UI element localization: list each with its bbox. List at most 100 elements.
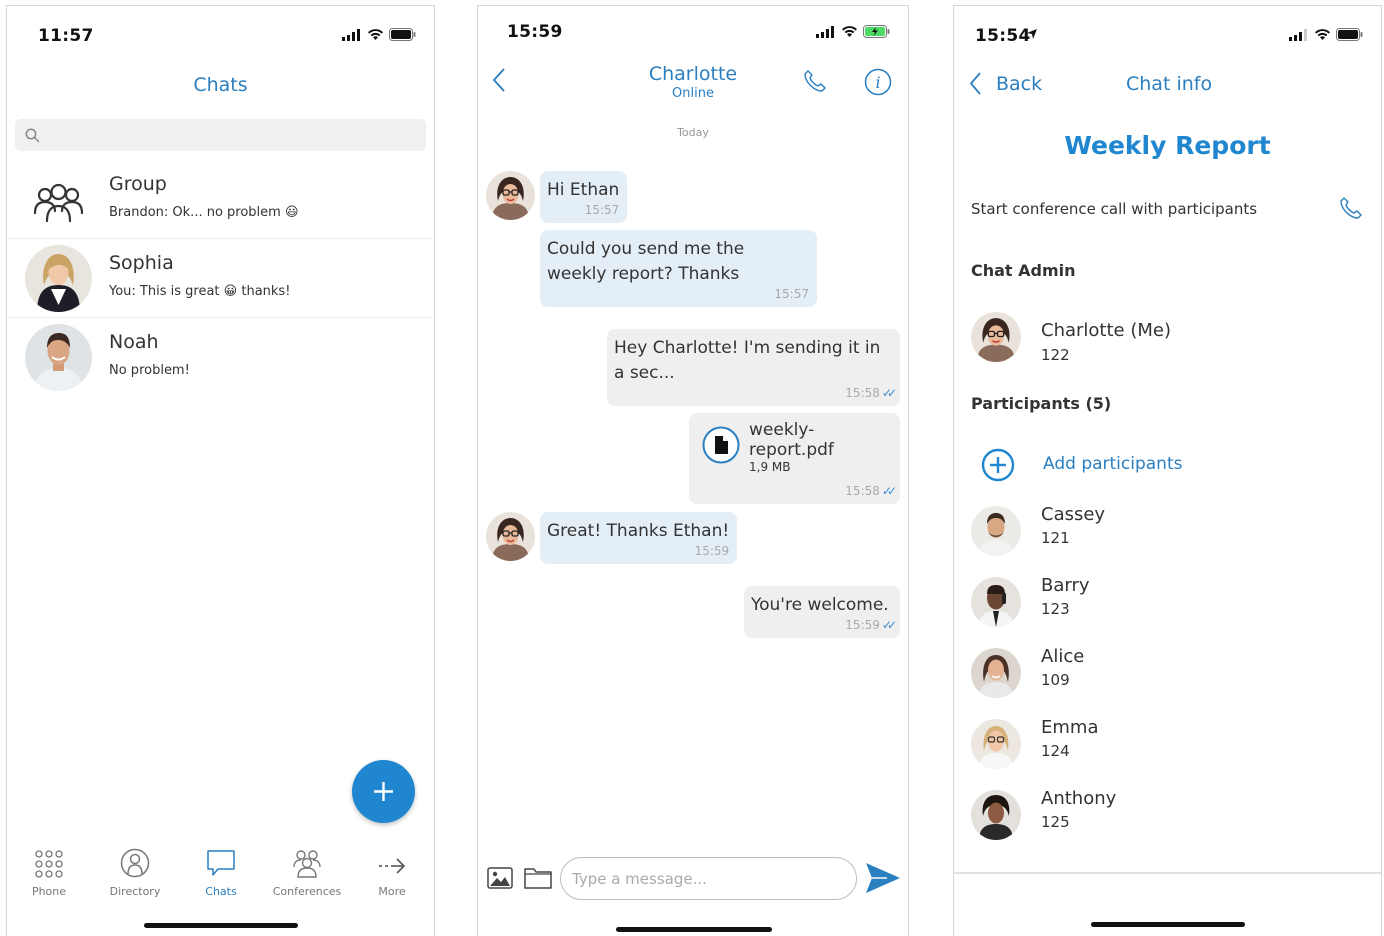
page-title: Chats: [193, 74, 248, 96]
member-name: Emma: [1041, 717, 1099, 738]
chat-row-noah[interactable]: Noah No problem!: [7, 318, 434, 397]
message-bubble-incoming[interactable]: Hi Ethan 15:57: [540, 171, 628, 223]
folder-icon[interactable]: [524, 865, 552, 889]
chat-info-screen: 15:54 Back Chat info Weekly Report Start…: [953, 5, 1382, 936]
chat-last-message: No problem!: [109, 363, 190, 378]
charlotte-photo-icon: [486, 171, 535, 220]
cassey-photo-icon: [971, 506, 1021, 556]
file-size: 1,9 MB: [749, 460, 791, 474]
dialpad-icon: [7, 844, 91, 878]
group-icon: [265, 844, 349, 878]
message-text: Hey Charlotte! I'm sending it in a sec..…: [614, 338, 881, 383]
add-circle-icon[interactable]: [981, 448, 1015, 482]
file-document-icon: [702, 426, 740, 464]
message-bubble-outgoing[interactable]: You're welcome. 15:59 ✓✓: [744, 586, 900, 638]
home-indicator[interactable]: [1091, 922, 1245, 927]
status-icons: [342, 28, 416, 41]
member-name: Barry: [1041, 575, 1090, 596]
chat-last-message: You: This is great 😀 thanks!: [109, 284, 290, 299]
message-bubble-incoming[interactable]: Could you send me the weekly report? Tha…: [540, 230, 817, 307]
chat-row-group[interactable]: Group Brandon: Ok... no problem 😃: [7, 160, 434, 239]
signal-icon: [1289, 28, 1307, 41]
tab-label: Conferences: [272, 885, 342, 898]
search-input[interactable]: [15, 119, 426, 151]
tab-more[interactable]: More: [350, 844, 434, 898]
message-time: 15:57: [774, 287, 809, 301]
member-row[interactable]: Alice 109: [954, 646, 1381, 708]
tab-conferences[interactable]: Conferences: [265, 844, 349, 898]
chat-last-message: Brandon: Ok... no problem 😃: [109, 205, 299, 220]
member-row[interactable]: Cassey 121: [954, 504, 1381, 566]
avatar: [971, 790, 1021, 840]
message-bubble-outgoing[interactable]: Hey Charlotte! I'm sending it in a sec..…: [607, 329, 900, 406]
phone-call-icon[interactable]: [803, 69, 827, 93]
message-text: Hi Ethan: [547, 180, 620, 200]
battery-charging-icon: [863, 25, 890, 38]
phone-call-icon[interactable]: [1339, 196, 1363, 220]
new-chat-button[interactable]: [352, 760, 415, 823]
status-icons: [816, 25, 890, 38]
conference-call-label[interactable]: Start conference call with participants: [971, 200, 1257, 218]
message-text: Great! Thanks Ethan!: [547, 521, 730, 541]
avatar: [25, 245, 92, 312]
person-circle-icon: [93, 844, 177, 878]
arrow-more-icon: [350, 844, 434, 878]
signal-icon: [816, 25, 834, 38]
last-message-text: Brandon: Ok... no problem: [109, 205, 281, 220]
message-time: 15:58: [845, 386, 880, 400]
tab-directory[interactable]: Directory: [93, 844, 177, 898]
wifi-icon: [368, 29, 383, 40]
emoji: 😃: [284, 205, 299, 220]
chats-screen: 11:57 Chats Group Brandon: Ok... no prob…: [6, 5, 435, 936]
image-attach-icon[interactable]: [487, 867, 513, 889]
sophia-photo-icon: [25, 245, 92, 312]
member-row[interactable]: Emma 124: [954, 717, 1381, 779]
message-status: 15:59 ✓✓: [751, 618, 897, 632]
read-ticks-icon: ✓✓: [881, 618, 897, 632]
message-text: You're welcome.: [751, 595, 889, 615]
wifi-icon: [842, 26, 857, 37]
back-chevron-icon[interactable]: [969, 71, 982, 96]
member-row[interactable]: Barry 123: [954, 575, 1381, 637]
member-row[interactable]: Anthony 125: [954, 788, 1381, 850]
chat-name: Group: [109, 173, 167, 195]
status-time: 11:57: [38, 26, 94, 46]
home-indicator[interactable]: [616, 927, 772, 932]
member-ext: 121: [1041, 529, 1070, 547]
tab-label: More: [378, 885, 406, 898]
contact-status: Online: [672, 86, 714, 101]
emoji: 😀: [223, 284, 238, 299]
location-arrow-icon: [1027, 29, 1037, 39]
member-row-admin[interactable]: Charlotte (Me) 122: [954, 312, 1381, 372]
message-input[interactable]: [560, 857, 857, 900]
member-name: Charlotte (Me): [1041, 320, 1171, 341]
message-time: 15:57: [584, 203, 620, 217]
battery-icon: [389, 28, 416, 41]
add-participants-button[interactable]: Add participants: [1043, 454, 1182, 474]
group-icon: [33, 183, 84, 223]
file-message-bubble[interactable]: weekly-report.pdf 1,9 MB 15:58 ✓✓: [689, 413, 900, 504]
avatar: [971, 577, 1021, 627]
chat-name: Sophia: [109, 252, 174, 274]
avatar: [971, 506, 1021, 556]
avatar: [971, 312, 1021, 362]
signal-icon: [342, 28, 360, 41]
chat-admin-heading: Chat Admin: [971, 261, 1076, 280]
send-icon[interactable]: [865, 862, 901, 894]
back-button[interactable]: Back: [996, 73, 1042, 95]
avatar: [971, 648, 1021, 698]
home-indicator[interactable]: [144, 923, 298, 928]
tab-phone[interactable]: Phone: [7, 844, 91, 898]
message-time: 15:59: [694, 544, 730, 558]
page-title: Chat info: [1126, 73, 1213, 95]
message-bubble-incoming[interactable]: Great! Thanks Ethan! 15:59: [540, 512, 738, 564]
message-time: 15:59: [845, 618, 880, 632]
tab-chats[interactable]: Chats: [179, 844, 263, 898]
status-time: 15:54: [975, 26, 1031, 46]
chat-row-sophia[interactable]: Sophia You: This is great 😀 thanks!: [7, 239, 434, 318]
member-name: Alice: [1041, 646, 1085, 667]
member-ext: 125: [1041, 813, 1070, 831]
conversation-screen: 15:59 Charlotte Online i Today Hi Ethan …: [477, 5, 909, 936]
file-name: weekly-report.pdf: [749, 420, 834, 460]
info-icon[interactable]: i: [864, 68, 892, 96]
